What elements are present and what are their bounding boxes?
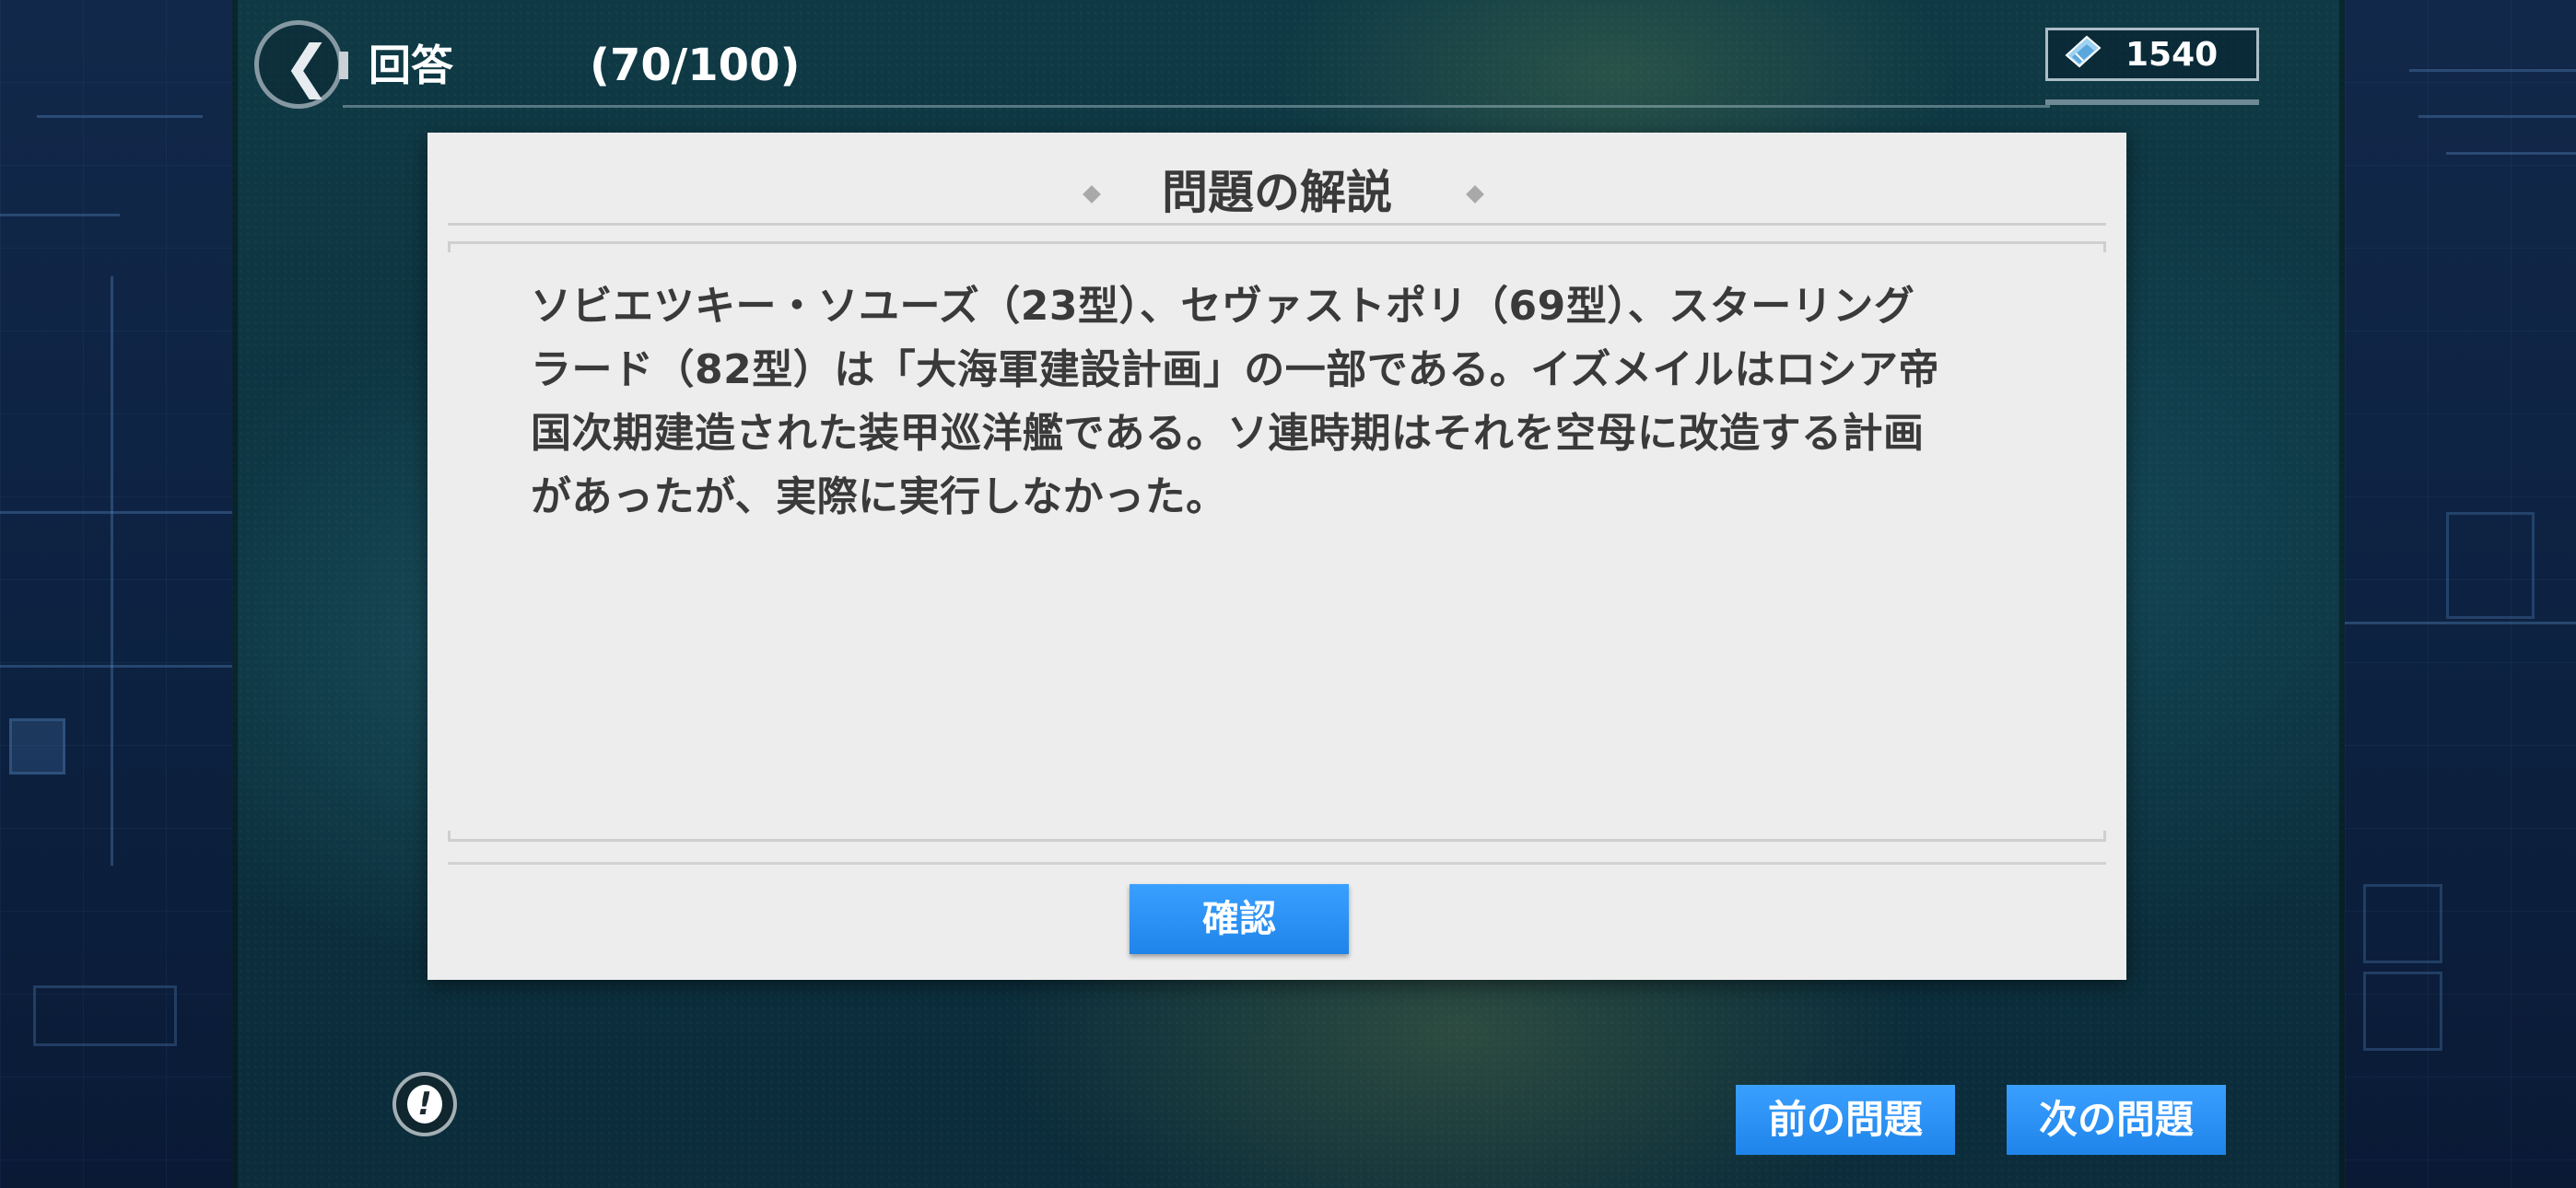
explanation-text: ソビエツキー・ソユーズ（23型）、セヴァストポリ（69型）、スターリング ラード…: [531, 274, 2023, 529]
header-divider: [343, 105, 2050, 108]
panel-decoration: [33, 985, 177, 1046]
page-title: 回答: [369, 41, 453, 90]
explanation-line: 国次期建造された装甲巡洋艦である。ソ連時期はそれを空母に改造する計画: [531, 410, 1925, 457]
currency-underline: [2045, 99, 2259, 105]
next-question-button[interactable]: 次の問題: [2007, 1085, 2226, 1155]
report-button[interactable]: !: [392, 1072, 457, 1136]
panel-decoration: [2418, 115, 2576, 118]
title-divider: [448, 223, 2106, 226]
panel-decoration: [9, 718, 65, 775]
ticket-icon: [2065, 35, 2102, 68]
chevron-left-icon: ❮: [283, 32, 331, 99]
back-button[interactable]: ❮: [254, 20, 343, 109]
confirm-button[interactable]: 確認: [1130, 884, 1349, 954]
question-progress: (70/100): [590, 40, 801, 91]
left-side-panel: [0, 0, 232, 1188]
panel-decoration: [2409, 69, 2576, 72]
panel-decoration: [2363, 972, 2442, 1051]
currency-counter: 1540: [2045, 28, 2259, 81]
explanation-line: ソビエツキー・ソユーズ（23型）、セヴァストポリ（69型）、スターリング: [531, 283, 1915, 330]
panel-decoration: [37, 115, 203, 118]
scene-edge: [232, 0, 238, 1188]
panel-decoration: [2345, 622, 2576, 624]
panel-decoration: [111, 276, 113, 866]
explanation-dialog: 問題の解説 ソビエツキー・ソユーズ（23型）、セヴァストポリ（69型）、スターリ…: [427, 133, 2126, 980]
content-frame-top: [448, 241, 2106, 252]
quiz-answer-screen: ❮ 回答 (70/100) 1540 問題の解説 ソビエツキー・ソユーズ（23型…: [0, 0, 2576, 1188]
previous-question-button[interactable]: 前の問題: [1736, 1085, 1955, 1155]
currency-amount: 1540: [2125, 36, 2219, 74]
panel-decoration: [2446, 512, 2535, 619]
dialog-title: 問題の解説: [1162, 166, 1392, 219]
exclamation-icon: !: [407, 1085, 442, 1124]
panel-decoration: [2446, 152, 2576, 155]
panel-decoration: [0, 511, 232, 514]
panel-decoration: [2363, 884, 2442, 963]
panel-decoration: [0, 214, 120, 216]
explanation-line: があったが、実際に実行しなかった。: [531, 473, 1227, 520]
content-frame-bottom: [448, 831, 2106, 842]
back-button-accent: [339, 52, 348, 79]
footer-divider: [448, 862, 2106, 865]
explanation-line: ラード（82型）は「大海軍建設計画」の一部である。イズメイルはロシア帝: [531, 346, 1939, 393]
panel-decoration: [0, 665, 232, 668]
right-side-panel: [2345, 0, 2576, 1188]
scene-edge: [2339, 0, 2345, 1188]
